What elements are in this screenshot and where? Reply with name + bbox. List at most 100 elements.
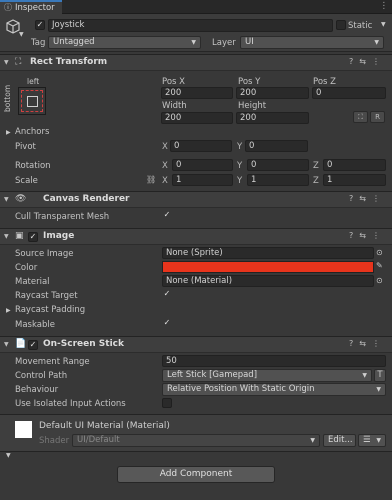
link-icon[interactable]: ⛓	[146, 175, 156, 184]
movement-range-label: Movement Range	[15, 357, 90, 367]
foldout-open-icon[interactable]: ▼	[4, 233, 9, 240]
canvas-renderer-header[interactable]: ▼ 👁 Canvas Renderer ?⇆⋮	[0, 191, 392, 208]
layer-label: Layer	[212, 38, 236, 48]
behaviour-dropdown[interactable]: Relative Position With Static Origin ▼	[162, 383, 386, 396]
image-header[interactable]: ▼ ▣ ✓ Image ?⇆⋮	[0, 228, 392, 245]
material-field[interactable]: None (Material)	[162, 275, 374, 287]
foldout-open-icon[interactable]: ▼	[4, 59, 9, 66]
height-field[interactable]: 200	[236, 112, 309, 124]
rect-transform-header[interactable]: ▼ ⛶ Rect Transform ?⇆⋮	[0, 54, 392, 71]
scale-y-label: Y	[237, 176, 243, 186]
object-picker-icon[interactable]: ⊙	[376, 276, 383, 285]
onscreen-stick-header[interactable]: ▼ 📄 ✓ On-Screen Stick ?⇆⋮	[0, 336, 392, 353]
rot-z-label: Z	[313, 161, 319, 171]
add-component-button[interactable]: Add Component	[117, 466, 275, 483]
rot-x-field[interactable]: 0	[172, 159, 233, 171]
source-image-field[interactable]: None (Sprite)	[162, 247, 374, 259]
object-name-field[interactable]: Joystick	[48, 19, 333, 32]
posz-field[interactable]: 0	[312, 87, 386, 99]
height-label: Height	[238, 101, 267, 111]
rect-transform-icon: ⛶	[15, 57, 22, 67]
raycast-target-label: Raycast Target	[15, 291, 78, 301]
edit-shader-button[interactable]: Edit...	[323, 434, 356, 447]
raw-edit-button[interactable]: R	[370, 111, 385, 123]
posx-field[interactable]: 200	[161, 87, 233, 99]
pivot-x-field[interactable]: 0	[170, 140, 232, 152]
component-header-icons[interactable]: ?⇆⋮	[349, 194, 386, 203]
scale-x-label: X	[162, 176, 168, 186]
rot-z-field[interactable]: 0	[323, 159, 386, 171]
component-header-icons[interactable]: ?⇆⋮	[349, 339, 386, 348]
eyedropper-icon[interactable]: ✎	[376, 261, 383, 270]
list-icon: ☰	[363, 435, 371, 445]
movement-range-field[interactable]: 50	[162, 355, 386, 367]
tab-label: Inspector	[15, 3, 55, 13]
add-component-label: Add Component	[159, 469, 233, 479]
control-path-dropdown[interactable]: Left Stick [Gamepad] ▼	[162, 369, 372, 382]
layer-dropdown[interactable]: UI ▼	[240, 36, 384, 49]
raycast-padding-label[interactable]: Raycast Padding	[15, 305, 85, 315]
isolated-actions-label: Use Isolated Input Actions	[15, 399, 126, 409]
static-checkbox[interactable]	[336, 20, 346, 30]
rot-y-field[interactable]: 0	[247, 159, 309, 171]
eye-icon: 👁	[15, 194, 27, 204]
maskable-checkbox[interactable]: ✓	[162, 319, 172, 329]
material-label: Material	[15, 277, 50, 287]
anchors-foldout-icon[interactable]: ▶	[6, 129, 11, 136]
object-picker-icon[interactable]: ⊙	[376, 248, 383, 257]
posx-label: Pos X	[162, 77, 185, 87]
posz-label: Pos Z	[313, 77, 336, 87]
pivot-y-field[interactable]: 0	[245, 140, 308, 152]
component-header-icons[interactable]: ?⇆⋮	[349, 57, 386, 66]
material-menu-button[interactable]: ☰ ▼	[358, 434, 386, 447]
static-label: Static	[348, 21, 373, 31]
scale-z-label: Z	[313, 176, 319, 186]
material-value: None (Material)	[166, 276, 233, 286]
tab-menu-icon[interactable]: ⋮	[380, 1, 389, 11]
blueprint-mode-button[interactable]: ⛶	[353, 111, 368, 123]
chevron-down-icon: ▼	[191, 39, 196, 46]
color-swatch[interactable]	[162, 261, 374, 273]
stick-enabled-checkbox[interactable]: ✓	[28, 340, 38, 350]
posy-field[interactable]: 200	[236, 87, 309, 99]
raw-edit-label: R	[375, 113, 380, 121]
rot-x-label: X	[162, 161, 168, 171]
control-path-value: Left Stick [Gamepad]	[167, 370, 258, 380]
scale-x-field[interactable]: 1	[172, 174, 233, 186]
cull-checkbox[interactable]: ✓	[162, 211, 172, 221]
behaviour-label: Behaviour	[15, 385, 59, 395]
pivot-y-label: Y	[237, 142, 243, 152]
image-enabled-checkbox[interactable]: ✓	[28, 232, 38, 242]
isolated-actions-checkbox[interactable]	[162, 398, 172, 408]
foldout-open-icon[interactable]: ▼	[4, 196, 9, 203]
scale-y-field[interactable]: 1	[247, 174, 309, 186]
tag-value: Untagged	[53, 37, 95, 47]
object-name-value: Joystick	[52, 20, 85, 30]
tag-dropdown[interactable]: Untagged ▼	[48, 36, 201, 49]
image-title: Image	[43, 231, 75, 241]
material-preview-thumbnail	[15, 421, 32, 438]
canvas-renderer-title: Canvas Renderer	[43, 194, 130, 204]
raycast-target-checkbox[interactable]: ✓	[162, 290, 172, 300]
foldout-open-icon[interactable]: ▼	[4, 341, 9, 348]
raycast-padding-foldout-icon[interactable]: ▶	[6, 307, 11, 314]
chevron-down-icon[interactable]: ▼	[19, 31, 24, 38]
tab-inspector[interactable]: ⓘ Inspector	[0, 0, 62, 14]
maskable-label: Maskable	[15, 320, 55, 330]
width-field[interactable]: 200	[161, 112, 233, 124]
anchors-label[interactable]: Anchors	[15, 127, 49, 137]
edit-label: Edit...	[328, 435, 353, 445]
foldout-open-icon[interactable]: ▼	[6, 452, 11, 459]
shader-dropdown[interactable]: UI/Default ▼	[72, 434, 320, 447]
text-mode-button[interactable]: T	[374, 369, 386, 382]
active-checkbox[interactable]: ✓	[35, 20, 45, 30]
layer-value: UI	[245, 37, 254, 47]
anchor-preset-button[interactable]	[18, 87, 46, 115]
anchor-left-label: left	[27, 77, 40, 86]
scale-z-field[interactable]: 1	[323, 174, 386, 186]
posy-label: Pos Y	[238, 77, 261, 87]
source-image-label: Source Image	[15, 249, 74, 259]
static-dropdown-icon[interactable]: ▼	[381, 21, 386, 28]
scale-label: Scale	[15, 176, 38, 186]
component-header-icons[interactable]: ?⇆⋮	[349, 231, 386, 240]
